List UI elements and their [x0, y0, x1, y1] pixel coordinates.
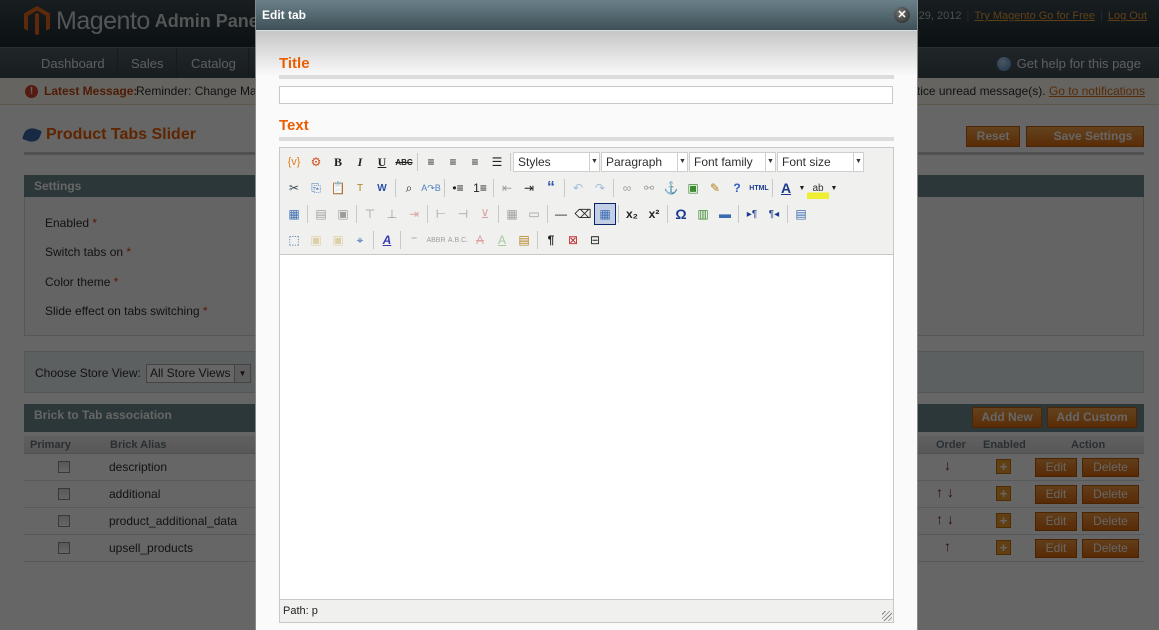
- insert-variable-icon[interactable]: {v}: [283, 151, 305, 173]
- chevron-down-icon[interactable]: ▼: [797, 177, 807, 199]
- italic-icon[interactable]: I: [349, 151, 371, 173]
- chevron-down-icon: ▼: [589, 153, 599, 171]
- redo-icon[interactable]: ↷: [589, 177, 611, 199]
- resize-handle-icon[interactable]: [882, 611, 892, 621]
- unlink-icon[interactable]: ⚯: [638, 177, 660, 199]
- chevron-down-icon: ▼: [853, 153, 863, 171]
- cell-props-icon[interactable]: ▣: [332, 203, 354, 225]
- highlight-color-icon[interactable]: ab: [807, 177, 829, 199]
- split-cells-icon[interactable]: ▦: [501, 203, 523, 225]
- absolute-icon[interactable]: ⌖: [349, 229, 371, 251]
- anchor-icon[interactable]: ⚓: [660, 177, 682, 199]
- insert-row-after-icon[interactable]: ⊥: [381, 203, 403, 225]
- link-icon[interactable]: ∞: [616, 177, 638, 199]
- merge-cells-icon[interactable]: ▭: [523, 203, 545, 225]
- visual-chars-icon[interactable]: ⊠: [562, 229, 584, 251]
- toolbar-row-2: ✂ ⎘ 📋 T W ⌕ A↷B •≡ 1≡ ⇤ ⇥ “ ↶ ↷ ∞ ⚯ ⚓ ▣ …: [283, 176, 839, 200]
- row-props-icon[interactable]: ▤: [310, 203, 332, 225]
- insert-widget-icon[interactable]: ⚙: [305, 151, 327, 173]
- text-label: Text: [279, 117, 309, 134]
- insert-table-icon[interactable]: ▦: [283, 203, 305, 225]
- editor-content-area[interactable]: [280, 254, 893, 600]
- strikethrough-icon[interactable]: ABC: [393, 151, 415, 173]
- abbr-icon[interactable]: ABBR: [425, 229, 447, 251]
- find-icon[interactable]: ⌕: [398, 177, 420, 199]
- align-right-icon[interactable]: ≡: [464, 151, 486, 173]
- insert-layer-icon[interactable]: ⬚: [283, 229, 305, 251]
- styles-select[interactable]: Styles ▼: [513, 152, 600, 172]
- html-source-icon[interactable]: HTML: [748, 177, 770, 199]
- undo-icon[interactable]: ↶: [567, 177, 589, 199]
- media-icon[interactable]: ▥: [692, 203, 714, 225]
- font-size-select[interactable]: Font size ▼: [777, 152, 864, 172]
- insert-row-before-icon[interactable]: ⊤: [359, 203, 381, 225]
- text-divider: [279, 137, 894, 141]
- delete-col-icon[interactable]: ⊻: [474, 203, 496, 225]
- insert-col-after-icon[interactable]: ⊣: [452, 203, 474, 225]
- align-center-icon[interactable]: ≡: [442, 151, 464, 173]
- edit-tab-modal: Edit tab ✕ Title Text {v} ⚙ B I U ABC ≡ …: [255, 0, 918, 630]
- subscript-icon[interactable]: x₂: [621, 203, 643, 225]
- style-props-icon[interactable]: A: [376, 229, 398, 251]
- bullet-list-icon[interactable]: •≡: [447, 177, 469, 199]
- move-forward-icon[interactable]: ▣: [305, 229, 327, 251]
- align-left-icon[interactable]: ≡: [420, 151, 442, 173]
- superscript-icon[interactable]: x²: [643, 203, 665, 225]
- image-icon[interactable]: ▣: [682, 177, 704, 199]
- cut-icon[interactable]: ✂: [283, 177, 305, 199]
- paste-icon[interactable]: 📋: [327, 177, 349, 199]
- paste-text-icon[interactable]: T: [349, 177, 371, 199]
- font-family-select[interactable]: Font family ▼: [689, 152, 776, 172]
- title-divider: [279, 75, 894, 79]
- numbered-list-icon[interactable]: 1≡: [469, 177, 491, 199]
- chevron-down-icon: ▼: [677, 153, 687, 171]
- nonbreaking-icon[interactable]: ▬: [714, 203, 736, 225]
- replace-icon[interactable]: A↷B: [420, 177, 442, 199]
- wysiwyg-editor: {v} ⚙ B I U ABC ≡ ≡ ≡ ☰ Styles ▼ Paragrap…: [279, 147, 894, 623]
- outdent-icon[interactable]: ⇤: [496, 177, 518, 199]
- cite-icon[interactable]: “”: [403, 229, 425, 251]
- align-justify-icon[interactable]: ☰: [486, 151, 508, 173]
- delete-row-icon[interactable]: ⇥: [403, 203, 425, 225]
- insert-text-icon[interactable]: A: [491, 229, 513, 251]
- acronym-icon[interactable]: A.B.C.: [447, 229, 469, 251]
- toolbar-row-1: {v} ⚙ B I U ABC ≡ ≡ ≡ ☰ Styles ▼ Paragrap…: [283, 150, 865, 174]
- indent-icon[interactable]: ⇥: [518, 177, 540, 199]
- show-blocks-icon[interactable]: ¶: [540, 229, 562, 251]
- copy-icon[interactable]: ⎘: [305, 177, 327, 199]
- modal-header-shade: [256, 31, 917, 76]
- title-label: Title: [279, 55, 310, 72]
- text-color-icon[interactable]: A: [775, 177, 797, 199]
- fullscreen-icon[interactable]: ▤: [790, 203, 812, 225]
- editor-path: Path: p: [283, 605, 318, 617]
- format-select[interactable]: Paragraph ▼: [601, 152, 688, 172]
- special-char-icon[interactable]: Ω: [670, 203, 692, 225]
- title-input[interactable]: [279, 86, 893, 104]
- blockquote-icon[interactable]: “: [540, 177, 562, 199]
- insert-col-before-icon[interactable]: ⊢: [430, 203, 452, 225]
- delete-text-icon[interactable]: A: [469, 229, 491, 251]
- modal-header: Edit tab ✕: [256, 0, 917, 31]
- cleanup-icon[interactable]: ✎: [704, 177, 726, 199]
- move-backward-icon[interactable]: ▣: [327, 229, 349, 251]
- bold-icon[interactable]: B: [327, 151, 349, 173]
- toolbar-row-3: ▦ ▤ ▣ ⊤ ⊥ ⇥ ⊢ ⊣ ⊻ ▦ ▭ — ⌫ ▦ x₂ x² Ω ▥ ▬: [283, 202, 812, 226]
- visual-aid-icon[interactable]: ▦: [594, 203, 616, 225]
- page-break-icon[interactable]: ⊟: [584, 229, 606, 251]
- remove-format-icon[interactable]: ⌫: [572, 203, 594, 225]
- rtl-icon[interactable]: ¶◂: [763, 203, 785, 225]
- chevron-down-icon[interactable]: ▼: [829, 177, 839, 199]
- horizontal-rule-icon[interactable]: —: [550, 203, 572, 225]
- attributes-icon[interactable]: ▤: [513, 229, 535, 251]
- modal-title: Edit tab: [262, 8, 306, 22]
- underline-icon[interactable]: U: [371, 151, 393, 173]
- toolbar-row-4: ⬚ ▣ ▣ ⌖ A “” ABBR A.B.C. A A ▤ ¶ ⊠ ⊟: [283, 228, 606, 252]
- paste-word-icon[interactable]: W: [371, 177, 393, 199]
- close-icon[interactable]: ✕: [894, 7, 910, 23]
- help-icon[interactable]: ?: [726, 177, 748, 199]
- chevron-down-icon: ▼: [765, 153, 775, 171]
- ltr-icon[interactable]: ▸¶: [741, 203, 763, 225]
